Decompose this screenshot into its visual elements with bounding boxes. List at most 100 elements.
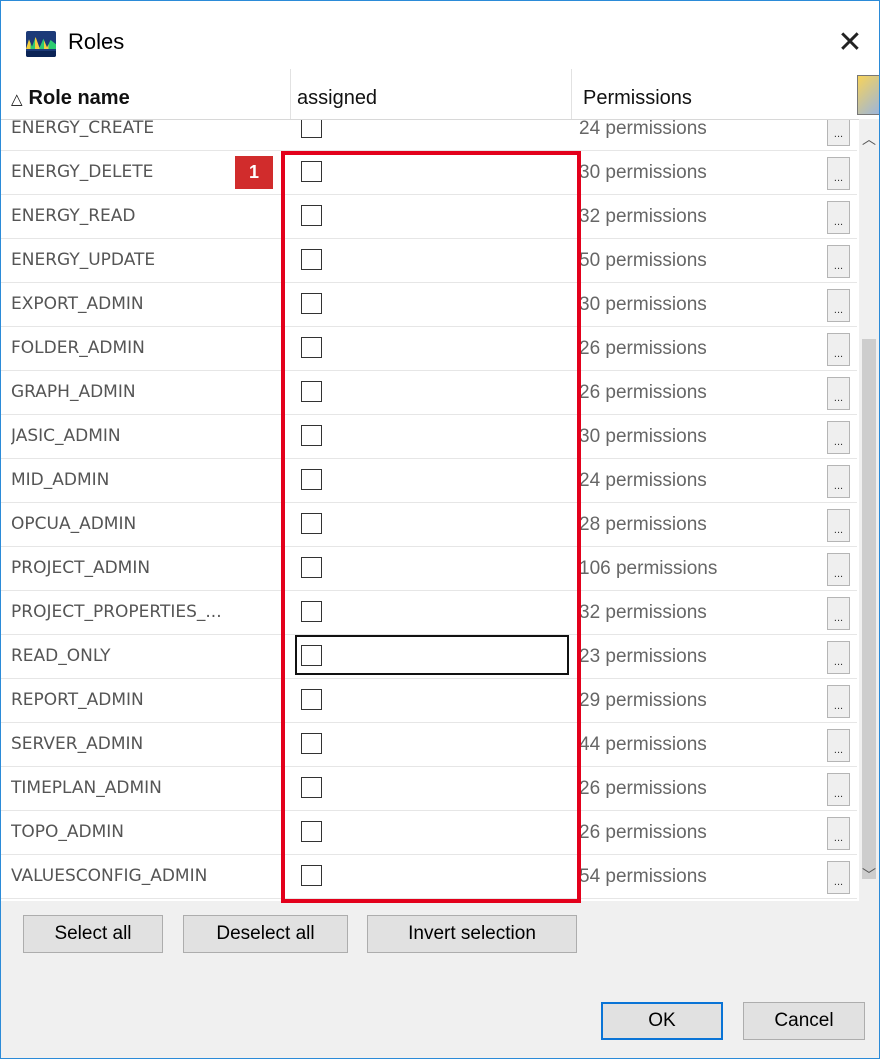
scrollbar-thumb[interactable]: [862, 339, 876, 879]
permissions-count: 29 permissions: [579, 690, 707, 711]
permissions-details-button[interactable]: ...: [827, 201, 850, 234]
assigned-checkbox[interactable]: [301, 689, 322, 710]
permissions-details-button[interactable]: ...: [827, 685, 850, 718]
assigned-checkbox[interactable]: [301, 249, 322, 270]
title-bar: Roles ✕: [1, 1, 879, 69]
assigned-checkbox[interactable]: [301, 337, 322, 358]
assigned-checkbox[interactable]: [301, 865, 322, 886]
role-name: PROJECT_ADMIN: [11, 558, 151, 578]
sort-ascending-icon: △: [11, 91, 23, 108]
assigned-checkbox[interactable]: [301, 777, 322, 798]
close-button[interactable]: ✕: [821, 21, 879, 65]
role-name: ENERGY_READ: [11, 206, 136, 226]
role-name: EXPORT_ADMIN: [11, 294, 144, 314]
roles-dialog: Roles ✕ ENERGY_CREATE 24 permissions... EN…: [0, 0, 880, 1059]
focus-outline: [295, 635, 569, 675]
permissions-count: 26 permissions: [579, 338, 707, 359]
window-title: Roles: [68, 29, 125, 54]
role-name: PROJECT_PROPERTIES_...: [11, 602, 222, 622]
assigned-checkbox[interactable]: [301, 205, 322, 226]
permissions-count: 26 permissions: [579, 778, 707, 799]
permissions-count: 44 permissions: [579, 734, 707, 755]
role-name: READ_ONLY: [11, 646, 111, 666]
role-name: GRAPH_ADMIN: [11, 382, 136, 402]
assigned-checkbox[interactable]: [301, 557, 322, 578]
invert-selection-button[interactable]: Invert selection: [367, 915, 577, 953]
roles-table: ENERGY_CREATE 24 permissions... ENERGY_DEL…: [1, 69, 879, 901]
role-name: REPORT_ADMIN: [11, 690, 144, 710]
permissions-details-button[interactable]: ...: [827, 465, 850, 498]
permissions-count: 26 permissions: [579, 822, 707, 843]
assigned-checkbox[interactable]: [301, 645, 322, 666]
assigned-checkbox[interactable]: [301, 117, 322, 138]
table-row[interactable]: SERVER_ADMIN 44 permissions...: [1, 723, 857, 767]
table-row[interactable]: PROJECT_PROPERTIES_... 32 permissions...: [1, 591, 857, 635]
permissions-details-button[interactable]: ...: [827, 509, 850, 542]
assigned-checkbox[interactable]: [301, 293, 322, 314]
assigned-checkbox[interactable]: [301, 513, 322, 534]
scroll-down-icon[interactable]: ﹀: [859, 865, 879, 885]
permissions-count: 106 permissions: [579, 558, 718, 579]
permissions-details-button[interactable]: ...: [827, 245, 850, 278]
permissions-count: 24 permissions: [579, 470, 707, 491]
permissions-details-button[interactable]: ...: [827, 861, 850, 894]
table-row[interactable]: ENERGY_READ 32 permissions...: [1, 195, 857, 239]
permissions-count: 28 permissions: [579, 514, 707, 535]
vertical-scrollbar[interactable]: ︿ ﹀: [859, 119, 879, 901]
permissions-details-button[interactable]: ...: [827, 553, 850, 586]
role-name: OPCUA_ADMIN: [11, 514, 137, 534]
permissions-count: 30 permissions: [579, 294, 707, 315]
table-row[interactable]: TIMEPLAN_ADMIN 26 permissions...: [1, 767, 857, 811]
cancel-button[interactable]: Cancel: [743, 1002, 865, 1040]
role-name: MID_ADMIN: [11, 470, 110, 490]
table-row[interactable]: TOPO_ADMIN 26 permissions...: [1, 811, 857, 855]
role-name: ENERGY_UPDATE: [11, 250, 156, 270]
column-header-assigned[interactable]: assigned: [297, 69, 567, 119]
role-name: TOPO_ADMIN: [11, 822, 125, 842]
assigned-checkbox[interactable]: [301, 425, 322, 446]
permissions-count: 30 permissions: [579, 426, 707, 447]
permissions-details-button[interactable]: ...: [827, 773, 850, 806]
table-row[interactable]: EXPORT_ADMIN 30 permissions...: [1, 283, 857, 327]
select-all-button[interactable]: Select all: [23, 915, 163, 953]
assigned-checkbox[interactable]: [301, 733, 322, 754]
permissions-details-button[interactable]: ...: [827, 289, 850, 322]
permissions-count: 32 permissions: [579, 602, 707, 623]
table-row[interactable]: MID_ADMIN 24 permissions...: [1, 459, 857, 503]
table-row[interactable]: ENERGY_UPDATE 50 permissions...: [1, 239, 857, 283]
column-header-permissions[interactable]: Permissions: [583, 69, 853, 119]
table-row[interactable]: FOLDER_ADMIN 26 permissions...: [1, 327, 857, 371]
permissions-details-button[interactable]: ...: [827, 421, 850, 454]
permissions-details-button[interactable]: ...: [827, 333, 850, 366]
permissions-details-button[interactable]: ...: [827, 377, 850, 410]
permissions-count: 30 permissions: [579, 162, 707, 183]
table-row[interactable]: REPORT_ADMIN 29 permissions...: [1, 679, 857, 723]
permissions-count: 50 permissions: [579, 250, 707, 271]
table-row[interactable]: PROJECT_ADMIN 106 permissions...: [1, 547, 857, 591]
table-row[interactable]: OPCUA_ADMIN 28 permissions...: [1, 503, 857, 547]
table-row[interactable]: ENERGY_DELETE 30 permissions...: [1, 151, 857, 195]
table-row[interactable]: GRAPH_ADMIN 26 permissions...: [1, 371, 857, 415]
app-logo-icon: [26, 31, 56, 57]
assigned-checkbox[interactable]: [301, 821, 322, 842]
role-name: FOLDER_ADMIN: [11, 338, 145, 358]
permissions-details-button[interactable]: ...: [827, 157, 850, 190]
assigned-checkbox[interactable]: [301, 469, 322, 490]
permissions-count: 32 permissions: [579, 206, 707, 227]
deselect-all-button[interactable]: Deselect all: [183, 915, 348, 953]
table-row[interactable]: JASIC_ADMIN 30 permissions...: [1, 415, 857, 459]
table-row[interactable]: VALUESCONFIG_ADMIN 54 permissions...: [1, 855, 857, 899]
table-header: △ Role name assigned Permissions: [1, 69, 879, 120]
permissions-details-button[interactable]: ...: [827, 597, 850, 630]
column-header-role-name[interactable]: △ Role name: [11, 69, 289, 119]
assigned-checkbox[interactable]: [301, 161, 322, 182]
permissions-details-button[interactable]: ...: [827, 641, 850, 674]
column-chooser-icon[interactable]: [857, 75, 879, 115]
permissions-details-button[interactable]: ...: [827, 817, 850, 850]
assigned-checkbox[interactable]: [301, 601, 322, 622]
scroll-up-icon[interactable]: ︿: [859, 129, 879, 149]
permissions-details-button[interactable]: ...: [827, 729, 850, 762]
ok-button[interactable]: OK: [601, 1002, 723, 1040]
table-row[interactable]: READ_ONLY 23 permissions...: [1, 635, 857, 679]
assigned-checkbox[interactable]: [301, 381, 322, 402]
